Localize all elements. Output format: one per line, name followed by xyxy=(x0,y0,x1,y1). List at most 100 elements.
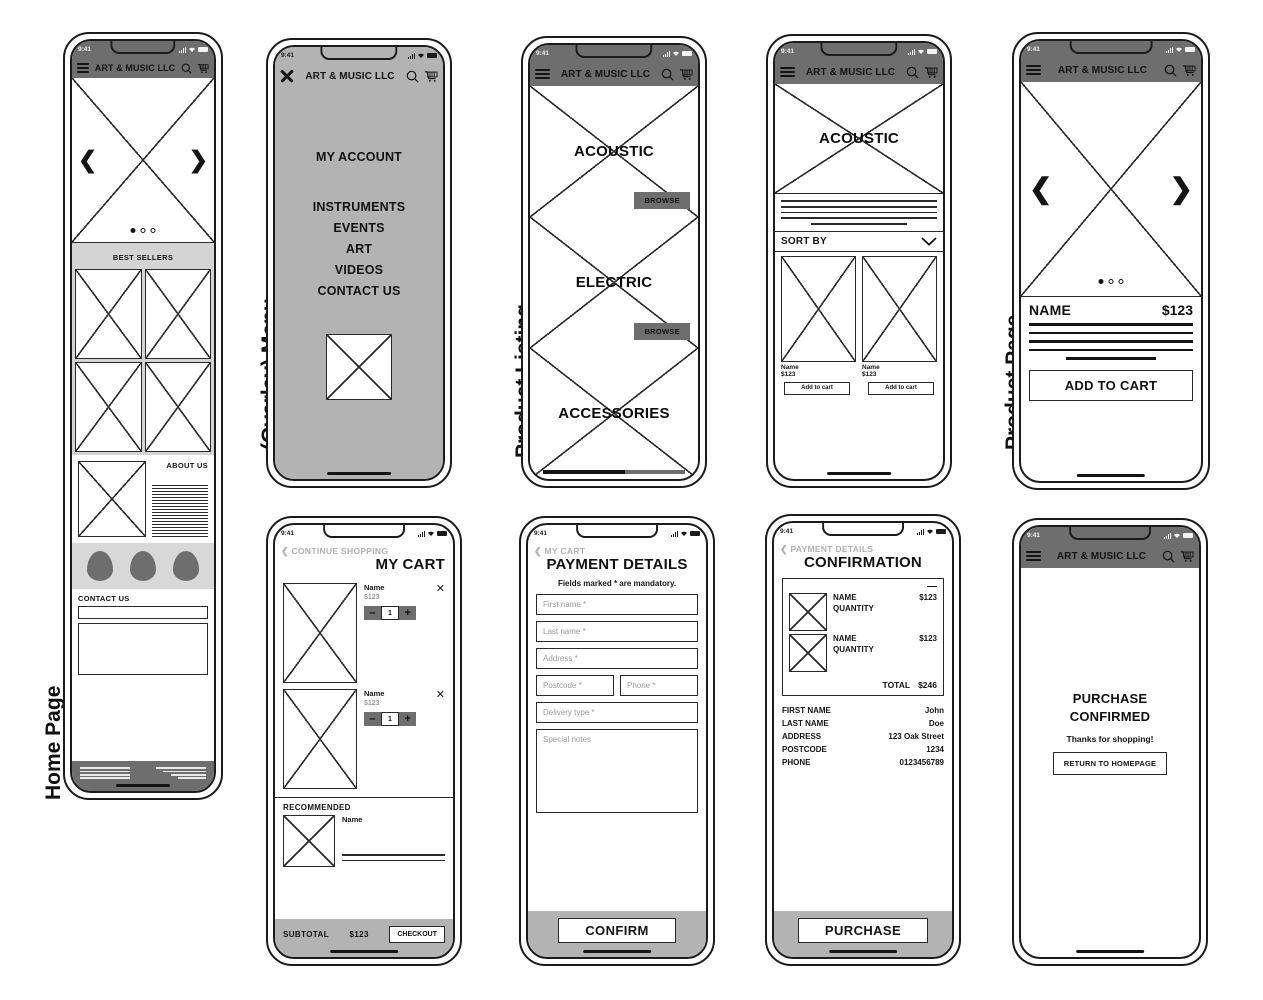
shopping-cart-icon[interactable] xyxy=(924,66,938,79)
search-icon[interactable] xyxy=(406,70,419,83)
search-icon[interactable] xyxy=(1162,550,1175,563)
menu-item-contact-us[interactable]: CONTACT US xyxy=(317,284,400,298)
postcode-field[interactable]: Postcode * xyxy=(536,675,614,696)
carousel-next-icon[interactable]: ❯ xyxy=(189,148,208,172)
contact-message-input[interactable] xyxy=(78,623,208,675)
shopping-cart-icon[interactable] xyxy=(197,63,209,74)
purchase-button[interactable]: PURCHASE xyxy=(797,918,929,943)
shopping-cart-icon[interactable] xyxy=(1180,550,1194,563)
menu-item-art[interactable]: ART xyxy=(346,242,372,256)
shopping-cart-icon[interactable] xyxy=(424,70,438,83)
hamburger-icon[interactable] xyxy=(1026,64,1041,76)
back-label: CONTINUE SHOPPING xyxy=(291,546,389,556)
menu-item-events[interactable]: EVENTS xyxy=(333,221,384,235)
quantity-decrease-button[interactable]: – xyxy=(364,712,381,726)
carousel-dot[interactable] xyxy=(140,228,146,233)
scroll-indicator[interactable] xyxy=(543,470,685,474)
back-link-continue-shopping[interactable]: ❮ CONTINUE SHOPPING xyxy=(275,542,453,556)
search-icon[interactable] xyxy=(661,68,674,81)
detail-value: 123 Oak Street xyxy=(888,732,944,741)
quantity-increase-button[interactable]: + xyxy=(399,606,417,620)
cart-item-image[interactable] xyxy=(283,689,357,789)
back-link-payment-details[interactable]: ❮ PAYMENT DETAILS xyxy=(774,540,952,554)
shopping-cart-icon[interactable] xyxy=(1182,64,1196,77)
chevron-left-icon: ❮ xyxy=(780,543,788,554)
collapse-icon[interactable]: — xyxy=(789,582,937,592)
quantity-stepper[interactable]: – 1 + xyxy=(364,712,417,726)
quantity-value[interactable]: 1 xyxy=(380,606,400,620)
search-icon[interactable] xyxy=(906,66,919,79)
hamburger-icon[interactable] xyxy=(1026,550,1041,562)
hamburger-icon[interactable] xyxy=(780,66,795,78)
carousel-next-icon[interactable]: ❯ xyxy=(1170,175,1193,203)
shopping-cart-icon[interactable] xyxy=(679,68,693,81)
product-thumb[interactable] xyxy=(75,362,142,452)
browse-button[interactable]: BROWSE xyxy=(634,323,690,340)
address-field[interactable]: Address * xyxy=(536,648,698,669)
quantity-stepper[interactable]: – 1 + xyxy=(364,606,417,620)
product-thumb[interactable] xyxy=(144,269,211,359)
quantity-increase-button[interactable]: + xyxy=(399,712,417,726)
category-block-acoustic[interactable]: ACOUSTIC BROWSE xyxy=(530,86,698,217)
product-card[interactable]: Name $123 xyxy=(862,255,937,378)
search-icon[interactable] xyxy=(1164,64,1177,77)
browse-button[interactable]: BROWSE xyxy=(634,192,690,209)
product-title-row: NAME $123 xyxy=(1021,297,1201,321)
carousel-dots[interactable] xyxy=(1098,279,1124,284)
product-image[interactable] xyxy=(862,255,937,362)
teardrop-shape-icon xyxy=(129,551,156,581)
carousel-dot[interactable] xyxy=(1108,279,1114,284)
confirm-button[interactable]: CONFIRM xyxy=(558,918,676,943)
last-name-field[interactable]: Last name * xyxy=(536,621,698,642)
carousel-dot[interactable] xyxy=(130,228,136,233)
category-block-accessories[interactable]: ACCESSORIES xyxy=(530,348,698,479)
product-thumb[interactable] xyxy=(75,269,142,359)
carousel-prev-icon[interactable]: ❮ xyxy=(78,148,97,172)
quantity-decrease-button[interactable]: – xyxy=(364,606,381,620)
carousel-dots[interactable] xyxy=(130,228,156,233)
checkout-button[interactable]: CHECKOUT xyxy=(389,926,445,943)
screen-home-page: 9:41 ART & MUSIC LLC ❮ ❯ BEST SELLERS AB… xyxy=(72,41,214,791)
menu-item-instruments[interactable]: INSTRUMENTS xyxy=(313,200,405,214)
detail-value: 1234 xyxy=(926,745,944,754)
home-hero-carousel[interactable]: ❮ ❯ xyxy=(72,78,214,243)
back-link-my-cart[interactable]: ❮ MY CART xyxy=(528,542,706,556)
contact-email-input[interactable] xyxy=(78,606,208,619)
status-bar: 9:41 xyxy=(1021,41,1201,58)
special-notes-field[interactable]: Special notes xyxy=(536,729,698,813)
menu-item-videos[interactable]: VIDEOS xyxy=(335,263,383,277)
status-bar: 9:41 xyxy=(528,525,706,542)
product-image-carousel[interactable]: ❮ ❯ xyxy=(1021,82,1201,297)
product-card[interactable]: Name $123 xyxy=(781,255,856,378)
hamburger-icon[interactable] xyxy=(535,68,550,80)
summary-item-name: NAME QUANTITY xyxy=(833,634,874,654)
product-image[interactable] xyxy=(781,255,856,362)
first-name-field[interactable]: First name * xyxy=(536,594,698,615)
search-icon[interactable] xyxy=(181,63,192,74)
remove-item-icon[interactable]: ✕ xyxy=(436,583,445,683)
remove-item-icon[interactable]: ✕ xyxy=(436,689,445,789)
recommended-image[interactable] xyxy=(283,815,335,867)
cart-item-price: $123 xyxy=(364,594,380,601)
add-to-cart-button[interactable]: Add to cart xyxy=(868,381,934,395)
carousel-dot[interactable] xyxy=(1118,279,1124,284)
carousel-dot[interactable] xyxy=(1098,279,1104,284)
phone-field[interactable]: Phone * xyxy=(620,675,698,696)
product-thumb[interactable] xyxy=(144,362,211,452)
close-x-icon[interactable] xyxy=(280,69,294,83)
return-to-homepage-button[interactable]: RETURN TO HOMEPAGE xyxy=(1052,751,1168,775)
menu-item-my-account[interactable]: MY ACCOUNT xyxy=(316,150,402,164)
category-block-electric[interactable]: ELECTRIC BROWSE xyxy=(530,217,698,348)
quantity-value[interactable]: 1 xyxy=(380,712,400,726)
add-to-cart-button[interactable]: Add to cart xyxy=(784,381,850,395)
carousel-dot[interactable] xyxy=(150,228,156,233)
phone-confirmation-page: 9:41 ❮ PAYMENT DETAILS CONFIRMATION — NA… xyxy=(765,514,961,966)
sort-by-dropdown[interactable]: SORT BY xyxy=(775,230,943,252)
hamburger-icon[interactable] xyxy=(77,62,89,74)
add-to-cart-button[interactable]: ADD TO CART xyxy=(1029,369,1193,401)
cart-item-image[interactable] xyxy=(283,583,357,683)
carousel-prev-icon[interactable]: ❮ xyxy=(1029,175,1052,203)
payment-form: First name * Last name * Address * Postc… xyxy=(528,594,706,813)
delivery-type-field[interactable]: Delivery type * xyxy=(536,702,698,723)
recommended-item[interactable]: Name xyxy=(275,815,453,867)
